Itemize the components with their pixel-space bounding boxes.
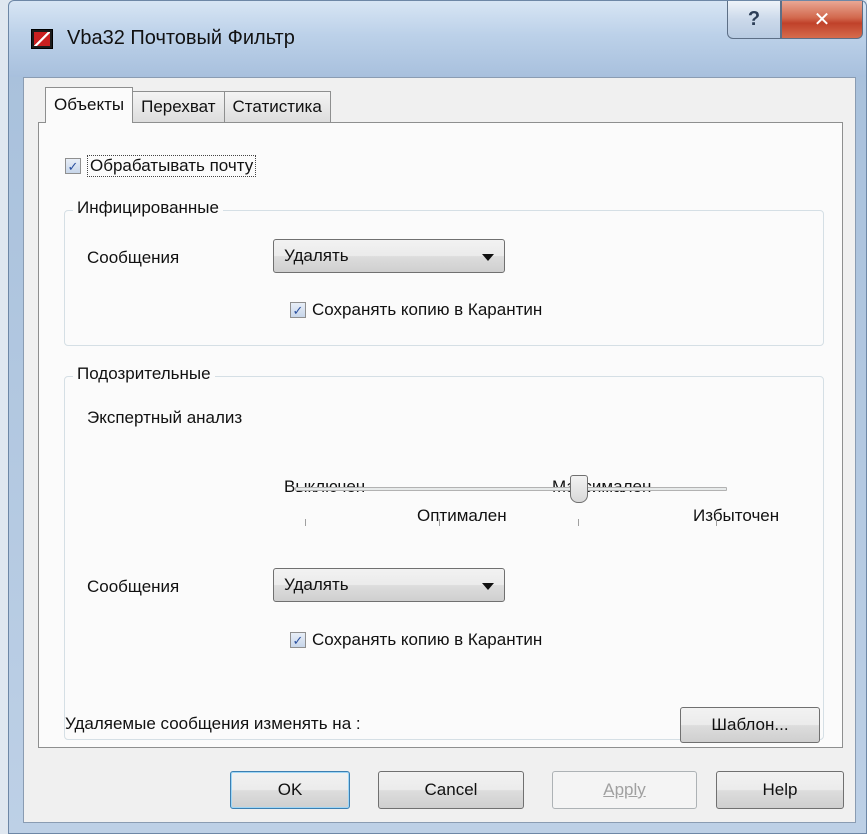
infected-save-copy-row[interactable]: ✓ Сохранять копию в Карантин [290,300,542,320]
level-optimal-label: Оптимален [417,506,507,525]
tab-strip: Объекты Перехват Статистика [45,87,331,123]
infected-messages-label: Сообщения [87,248,180,267]
infected-save-copy-label: Сохранять копию в Карантин [312,300,543,319]
suspicious-save-copy-row[interactable]: ✓ Сохранять копию в Карантин [290,630,542,650]
template-button[interactable]: Шаблон... [680,707,820,743]
close-button[interactable]: ✕ [781,1,863,39]
expert-analysis-label: Экспертный анализ [87,408,243,427]
suspicious-save-copy-checkbox[interactable]: ✓ [290,632,306,648]
expert-analysis-slider-thumb[interactable] [570,475,588,503]
slider-tick [716,519,717,526]
suspicious-group-title: Подозрительные [73,364,215,384]
apply-button-label: Apply [603,780,646,799]
process-mail-label: Обрабатывать почту [87,155,257,177]
close-icon: ✕ [813,9,831,31]
tab-statistics[interactable]: Статистика [223,91,331,123]
deleted-change-label: Удаляемые сообщения изменять на : [65,714,361,733]
help-titlebar-button[interactable]: ? [727,1,781,39]
dialog-client-area: Объекты Перехват Статистика ✓ Обрабатыва… [23,77,856,823]
slider-tick [305,519,306,526]
window-title: Vba32 Почтовый Фильтр [67,27,295,49]
chevron-down-icon [482,254,494,261]
chevron-down-icon [482,583,494,590]
infected-save-copy-checkbox[interactable]: ✓ [290,302,306,318]
suspicious-action-dropdown[interactable]: Удалять [273,568,505,602]
suspicious-groupbox: Подозрительные Экспертный анализ Выключе… [64,364,824,740]
level-excessive-label: Избыточен [693,506,780,525]
apply-button[interactable]: Apply [552,771,697,809]
tab-objects[interactable]: Объекты [45,87,134,123]
process-mail-checkbox[interactable]: ✓ [65,158,81,174]
suspicious-action-value: Удалять [284,575,349,594]
infected-action-dropdown[interactable]: Удалять [273,239,505,273]
suspicious-messages-label: Сообщения [87,577,180,596]
process-mail-checkbox-row[interactable]: ✓ Обрабатывать почту [65,155,257,177]
infected-action-value: Удалять [284,246,349,265]
suspicious-save-copy-label: Сохранять копию в Карантин [312,630,543,649]
vba32-app-icon [31,29,53,49]
help-button[interactable]: Help [716,771,844,809]
expert-analysis-slider-track[interactable] [295,487,727,491]
slider-tick [439,519,440,526]
cancel-button[interactable]: Cancel [378,771,524,809]
slider-tick [578,519,579,526]
help-icon: ? [747,8,761,30]
infected-group-title: Инфицированные [73,198,223,218]
tab-intercept[interactable]: Перехват [132,91,225,123]
tab-panel-objects: ✓ Обрабатывать почту Инфицированные Сооб… [38,122,843,748]
dialog-window: Vba32 Почтовый Фильтр ? ✕ Объекты Перехв… [8,0,867,834]
infected-groupbox: Инфицированные Сообщения Удалять ✓ Сохра… [64,198,824,346]
ok-button[interactable]: OK [230,771,350,809]
